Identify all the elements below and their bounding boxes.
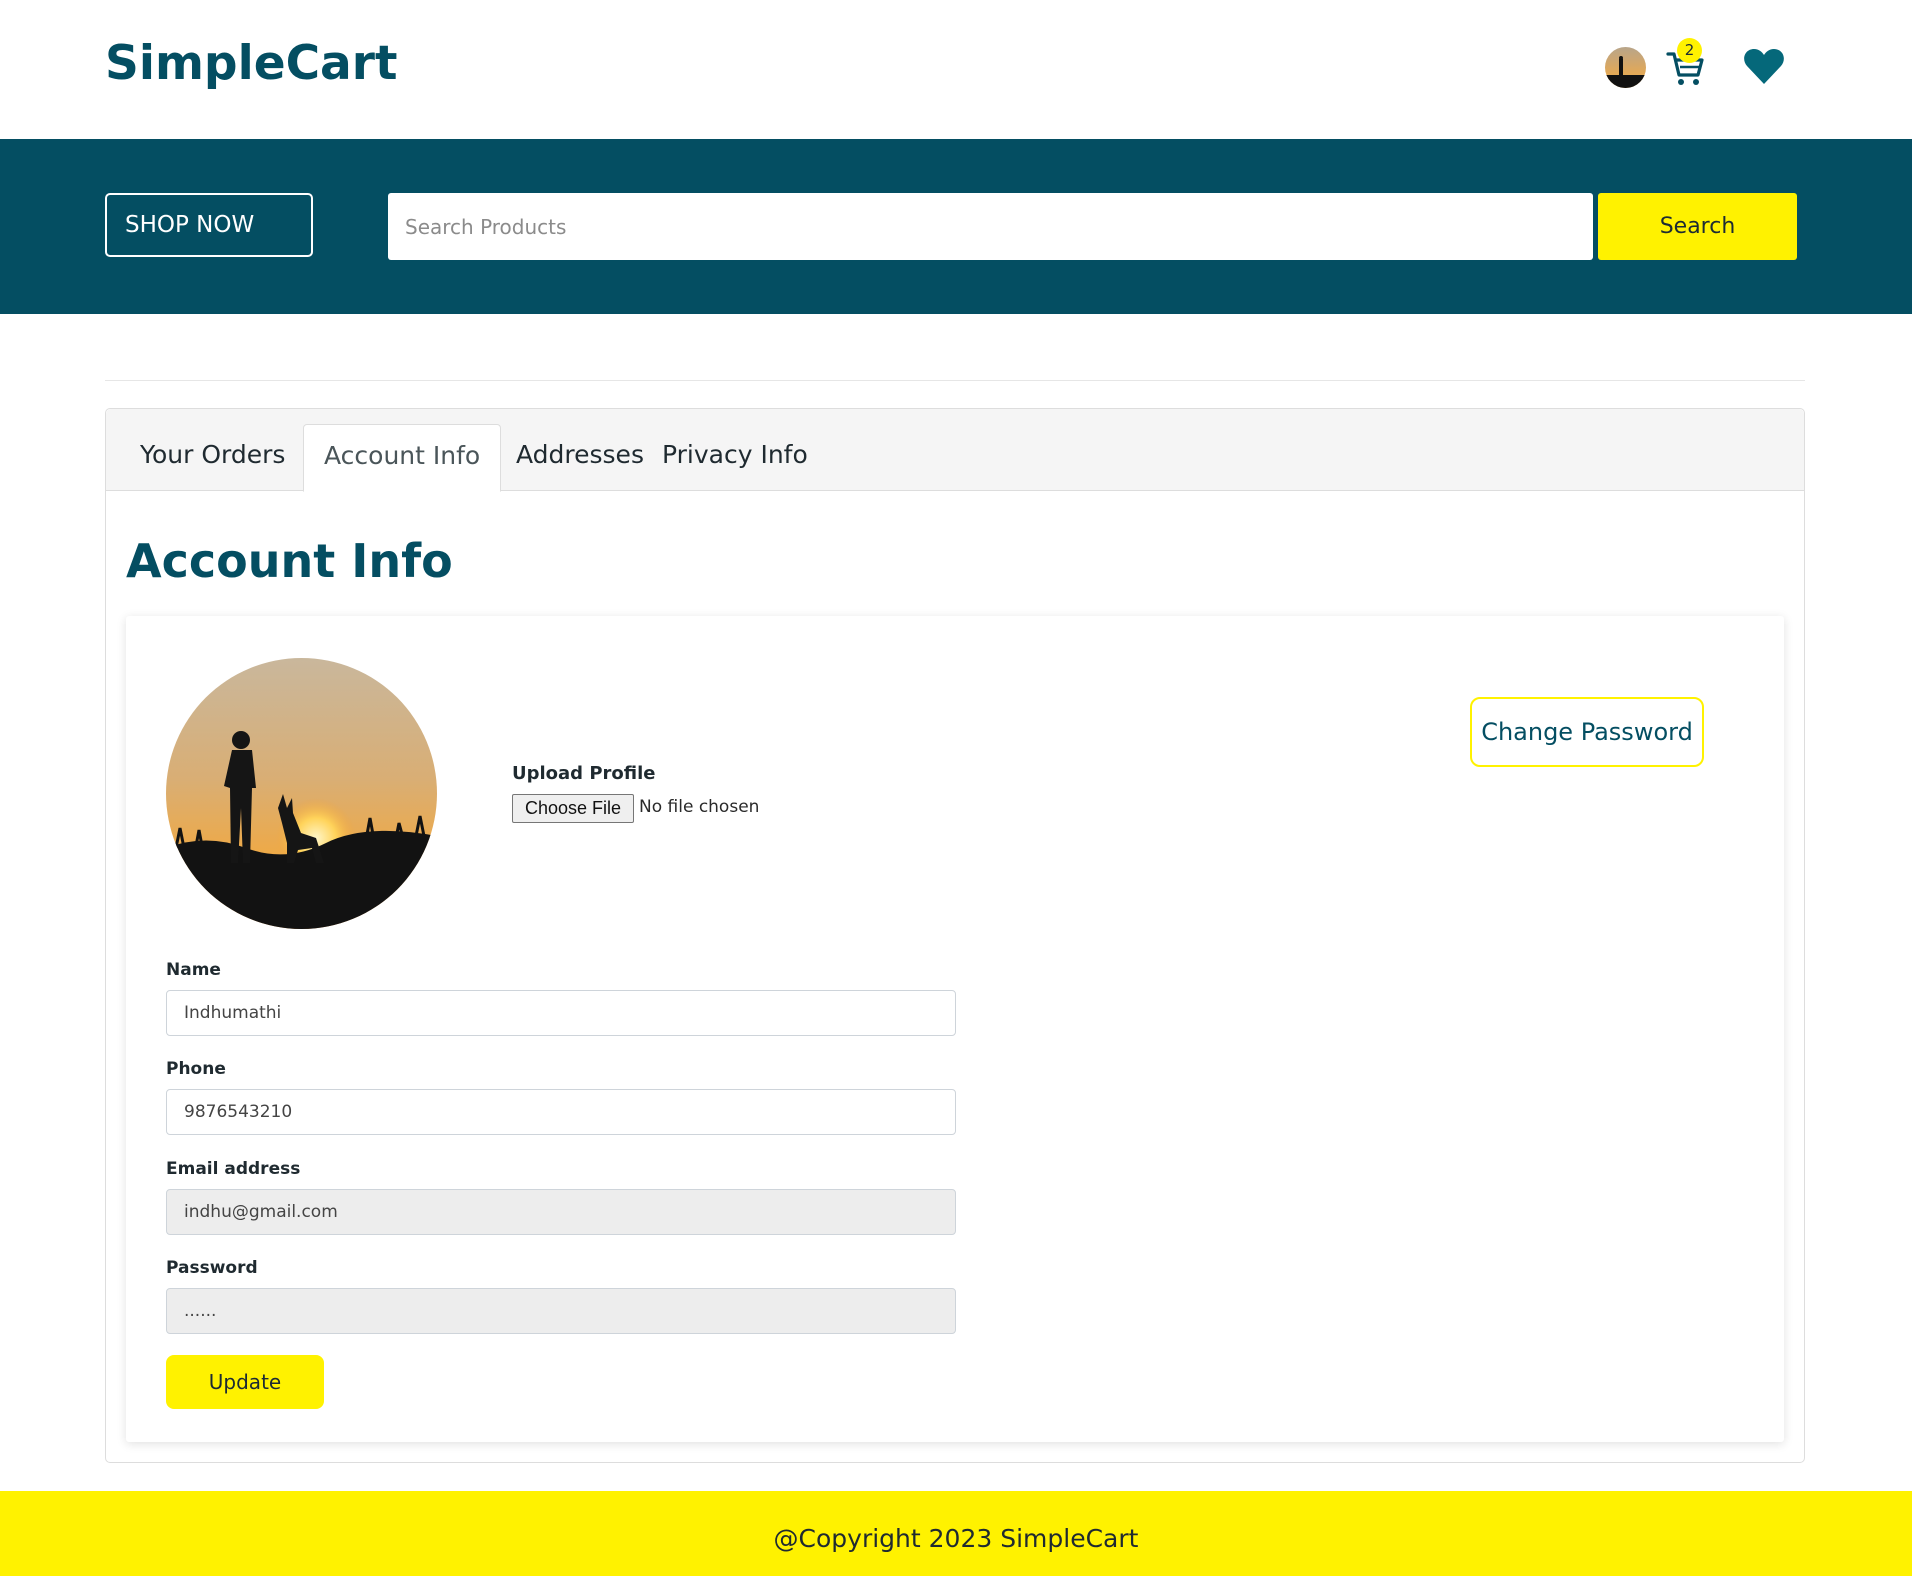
password-field — [166, 1288, 956, 1334]
phone-field[interactable] — [166, 1089, 956, 1135]
account-card: Your Orders Account Info Addresses Priva… — [105, 408, 1805, 1463]
email-label: Email address — [166, 1159, 301, 1179]
name-field[interactable] — [166, 990, 956, 1036]
search-input[interactable] — [388, 193, 1593, 260]
profile-picture — [166, 658, 437, 929]
brand-logo[interactable]: SimpleCart — [105, 36, 397, 91]
shop-now-button[interactable]: SHOP NOW — [105, 193, 313, 257]
tab-bar: Your Orders Account Info Addresses Priva… — [106, 409, 1804, 492]
name-label: Name — [166, 960, 221, 980]
search-button[interactable]: Search — [1598, 193, 1797, 260]
cart-count-badge: 2 — [1677, 38, 1702, 63]
change-password-button[interactable]: Change Password — [1470, 697, 1704, 767]
upload-profile-label: Upload Profile — [512, 763, 656, 784]
choose-file-button[interactable]: Choose File — [512, 794, 634, 823]
divider — [105, 380, 1805, 381]
heart-icon[interactable] — [1742, 46, 1786, 86]
tab-addresses[interactable]: Addresses — [496, 424, 664, 491]
tab-privacy-info[interactable]: Privacy Info — [642, 424, 828, 491]
no-file-text: No file chosen — [639, 797, 760, 817]
email-field — [166, 1189, 956, 1235]
update-button[interactable]: Update — [166, 1355, 324, 1409]
tab-your-orders[interactable]: Your Orders — [120, 424, 305, 491]
tab-account-info[interactable]: Account Info — [303, 424, 502, 492]
footer-copyright: @Copyright 2023 SimpleCart — [0, 1491, 1912, 1576]
top-header: SimpleCart 2 — [0, 0, 1912, 139]
phone-label: Phone — [166, 1059, 226, 1079]
password-label: Password — [166, 1258, 258, 1278]
account-form-panel: Upload Profile Choose File No file chose… — [126, 616, 1784, 1442]
user-avatar[interactable] — [1605, 47, 1646, 88]
page-title: Account Info — [126, 534, 453, 588]
